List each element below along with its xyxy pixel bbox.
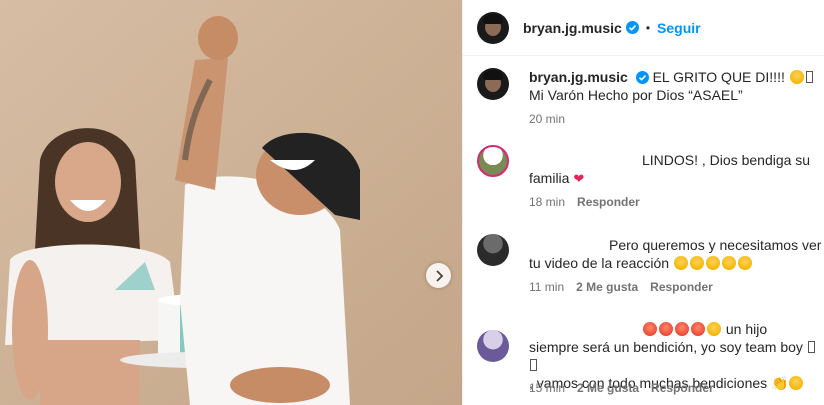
comment-time[interactable]: 18 min: [529, 195, 565, 209]
comment-line: familia: [529, 170, 570, 186]
emoji-icon: [675, 322, 689, 336]
reply-button[interactable]: Responder: [577, 195, 640, 209]
missing-glyph-icon: [530, 359, 537, 371]
comment-line: tu video de la reacción: [529, 255, 670, 271]
caption-time[interactable]: 20 min: [529, 112, 565, 126]
comment-time[interactable]: 11 min: [529, 280, 564, 294]
emoji-icon: [737, 256, 752, 270]
emoji-icon: [659, 322, 673, 336]
caption-avatar[interactable]: [477, 68, 509, 100]
like-count[interactable]: 2 Me gusta: [576, 280, 638, 294]
comment-line: Pero queremos y necesitamos ver: [609, 237, 822, 253]
comment-meta: 15 min 2 Me gusta Responder: [529, 381, 714, 395]
reply-button[interactable]: Responder: [650, 280, 713, 294]
next-image-button[interactable]: [426, 263, 451, 288]
emoji-icon: [705, 256, 720, 270]
emoji-icon: [689, 256, 704, 270]
comment-line: LINDOS! , Dios bendiga su: [642, 152, 811, 168]
comment-text: LINDOS! , Dios bendiga su familia ❤: [529, 151, 824, 188]
missing-glyph-icon: [807, 341, 815, 353]
author-username[interactable]: bryan.jg.music: [523, 20, 622, 36]
emoji-icon: [789, 376, 804, 390]
verified-badge-icon: [635, 71, 649, 84]
clapping-emoji-icon: 👏: [771, 375, 789, 391]
comment-item: un hijo siempre será un bendición, yo so…: [477, 318, 822, 405]
comment-item: LINDOS! , Dios bendiga su familia ❤ 18 m…: [477, 145, 822, 215]
author-avatar[interactable]: [477, 11, 509, 44]
post-header: bryan.jg.music • Seguir: [463, 0, 824, 56]
post-side-panel: bryan.jg.music • Seguir bryan.jg.music E…: [462, 0, 824, 405]
follow-button[interactable]: Seguir: [657, 20, 701, 36]
caption-body: bryan.jg.music EL GRITO QUE DI!!!! Mi Va…: [529, 68, 819, 104]
comment-text: Pero queremos y necesitamos ver tu video…: [529, 236, 824, 272]
comment-time[interactable]: 15 min: [529, 381, 565, 395]
comment-line: un hijo: [725, 321, 768, 337]
caption-username[interactable]: bryan.jg.music: [529, 69, 628, 85]
chevron-right-icon: [435, 269, 443, 282]
heart-emoji-icon: ❤: [573, 171, 585, 186]
reply-button[interactable]: Responder: [651, 381, 714, 395]
comment-meta: 11 min 2 Me gusta Responder: [529, 280, 713, 294]
post-photo-illustration: [0, 0, 462, 405]
emoji-icon: [707, 322, 721, 336]
emoji-icon: [721, 256, 736, 270]
missing-glyph-icon: [805, 71, 813, 83]
caption-text-line2: Mi Varón Hecho por Dios “ASAEL”: [529, 87, 743, 103]
post-image[interactable]: [0, 0, 462, 405]
verified-badge-icon: [625, 21, 639, 34]
like-count[interactable]: 2 Me gusta: [577, 381, 639, 395]
comment-meta: 18 min Responder: [529, 195, 640, 209]
comment-item: Pero queremos y necesitamos ver tu video…: [477, 234, 822, 304]
caption-text-line1: EL GRITO QUE DI!!!!: [652, 69, 785, 85]
emoji-icon: [691, 322, 705, 336]
laughing-emoji-icon: [789, 70, 804, 84]
emoji-icon: [643, 322, 657, 336]
commenter-avatar[interactable]: [477, 145, 509, 177]
emoji-icon: [673, 256, 688, 270]
header-separator: •: [645, 20, 651, 35]
commenter-avatar[interactable]: [477, 330, 509, 362]
comment-line: siempre será un bendición, yo soy team b…: [529, 339, 803, 355]
commenter-avatar[interactable]: [477, 234, 509, 266]
